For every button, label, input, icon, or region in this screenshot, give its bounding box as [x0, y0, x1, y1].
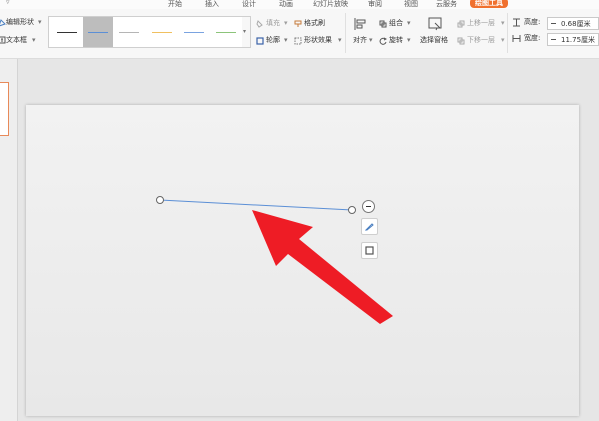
- shape-style-float-button[interactable]: [361, 218, 378, 235]
- ribbon-tab-bar: ▿ 开始 插入 设计 动画 幻灯片放映 审阅 视图 云服务 绘图工具: [0, 0, 599, 9]
- outline-icon: [256, 37, 264, 45]
- selection-pane-icon: [428, 17, 442, 31]
- shape-outline-float-button[interactable]: [361, 242, 378, 259]
- tab-drawing-tools[interactable]: 绘图工具: [470, 0, 508, 8]
- rotate-icon: [379, 37, 387, 45]
- width-spinner[interactable]: 11.75厘米: [547, 33, 599, 46]
- rotate-button[interactable]: 旋转: [389, 36, 403, 45]
- ribbon-separator: [507, 13, 508, 53]
- height-icon: [513, 18, 520, 27]
- tab-slideshow[interactable]: 幻灯片放映: [313, 0, 348, 9]
- width-icon: [512, 35, 521, 42]
- height-spinner[interactable]: 0.68厘米: [547, 17, 599, 30]
- group-icon: [379, 20, 387, 28]
- width-value[interactable]: 11.75厘米: [561, 35, 595, 45]
- send-backward-dropdown-icon[interactable]: ▾: [501, 36, 505, 45]
- group-button[interactable]: 组合: [389, 19, 403, 28]
- send-backward-button[interactable]: 下移一层: [467, 36, 495, 45]
- outline-button[interactable]: 轮廓: [266, 36, 280, 45]
- line-style-gray[interactable]: [114, 17, 144, 47]
- shape-effects-button[interactable]: 形状效果: [304, 36, 332, 45]
- align-icon: [354, 18, 366, 30]
- bring-forward-button[interactable]: 上移一层: [467, 19, 495, 28]
- minus-icon: [366, 206, 371, 207]
- line-style-green[interactable]: [211, 17, 241, 47]
- text-box-dropdown-icon[interactable]: ▾: [32, 36, 36, 45]
- height-value[interactable]: 0.68厘米: [561, 19, 591, 29]
- edit-shape-button[interactable]: 编辑形状: [6, 18, 34, 27]
- tab-insert[interactable]: 插入: [205, 0, 219, 9]
- line-style-black-sample: [57, 32, 77, 33]
- outline-square-icon: [365, 246, 374, 255]
- line-style-gold-sample: [152, 32, 172, 33]
- tab-design[interactable]: 设计: [242, 0, 256, 9]
- group-dropdown-icon[interactable]: ▾: [407, 19, 411, 28]
- selection-pane-button[interactable]: 选择窗格: [420, 36, 448, 45]
- line-style-lightblue-sample: [184, 32, 204, 33]
- format-painter-icon: [294, 20, 302, 27]
- edit-shape-dropdown-icon[interactable]: ▾: [38, 18, 42, 27]
- gallery-more-icon: ▾: [243, 28, 247, 35]
- tab-cloud-service[interactable]: 云服务: [436, 0, 457, 9]
- line-style-gold[interactable]: [147, 17, 177, 47]
- bring-forward-icon: [457, 20, 465, 28]
- line-style-green-sample: [216, 32, 236, 33]
- width-decrement-icon[interactable]: [551, 39, 556, 40]
- line-style-lightblue[interactable]: [179, 17, 209, 47]
- align-dropdown-icon[interactable]: ▾: [369, 36, 373, 45]
- tab-view[interactable]: 视图: [404, 0, 418, 9]
- collapse-float-button[interactable]: [362, 200, 375, 213]
- align-button[interactable]: 对齐: [353, 36, 367, 45]
- shape-effects-icon: [294, 37, 302, 45]
- height-label: 高度:: [524, 18, 541, 26]
- rotate-dropdown-icon[interactable]: ▾: [407, 36, 411, 45]
- send-backward-icon: [457, 37, 465, 45]
- height-decrement-icon[interactable]: [551, 23, 556, 24]
- line-style-blue-selected[interactable]: [83, 17, 113, 47]
- fill-button[interactable]: 填充: [266, 19, 280, 28]
- line-style-blue-sample: [88, 32, 108, 33]
- outline-dropdown-icon[interactable]: ▾: [284, 36, 288, 45]
- pen-icon: [365, 223, 374, 231]
- line-style-black[interactable]: [52, 17, 82, 47]
- slide-thumbnail-selected[interactable]: [0, 82, 9, 136]
- line-style-gallery[interactable]: [48, 16, 244, 48]
- format-painter-button[interactable]: 格式刷: [304, 19, 325, 28]
- tab-review[interactable]: 审阅: [368, 0, 382, 9]
- text-box-button[interactable]: 文本框: [6, 36, 27, 45]
- tab-animation[interactable]: 动画: [279, 0, 293, 9]
- fill-icon: [256, 20, 263, 28]
- width-label: 宽度:: [524, 34, 541, 42]
- shape-effects-dropdown-icon[interactable]: ▾: [338, 36, 342, 45]
- tab-home[interactable]: 开始: [168, 0, 182, 9]
- slide[interactable]: [26, 105, 579, 416]
- quick-access-dropdown-icon[interactable]: ▿: [6, 0, 10, 6]
- gallery-scroll-button[interactable]: ▾: [242, 16, 251, 48]
- bring-forward-dropdown-icon[interactable]: ▾: [501, 19, 505, 28]
- ribbon-separator: [345, 13, 346, 53]
- fill-dropdown-icon[interactable]: ▾: [284, 19, 288, 28]
- line-style-gray-sample: [119, 32, 139, 33]
